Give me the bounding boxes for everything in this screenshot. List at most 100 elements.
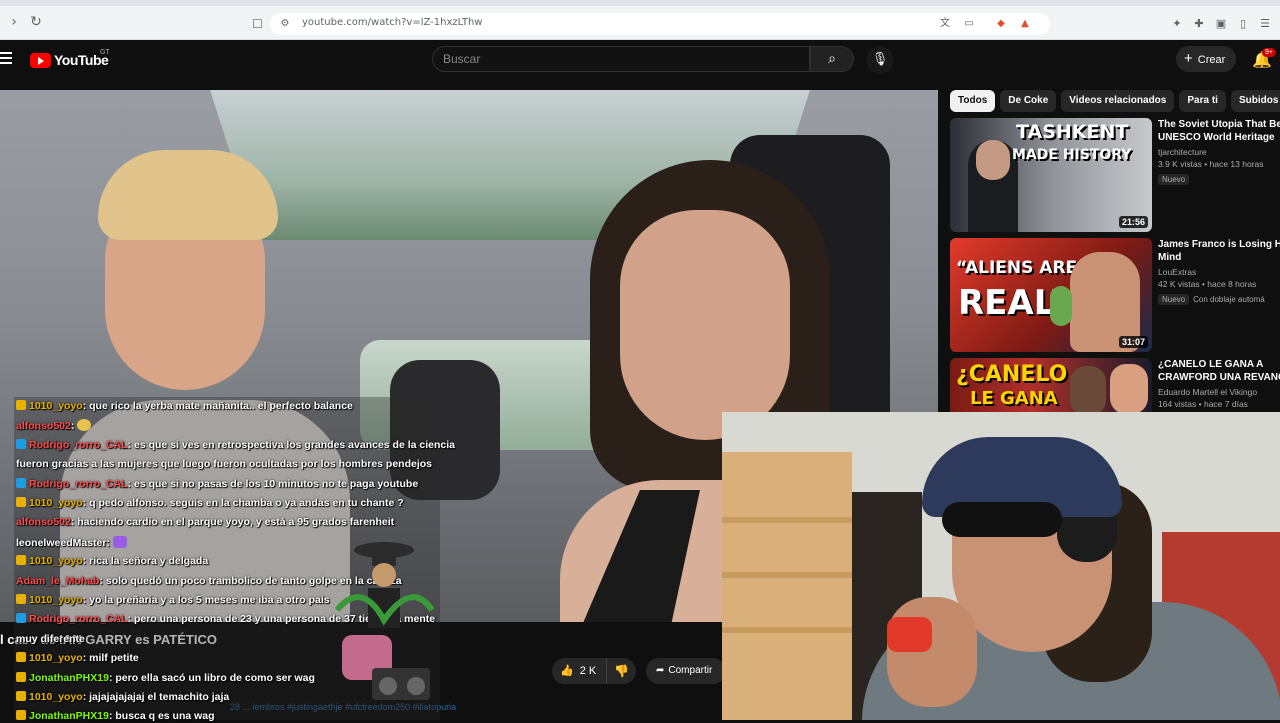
- thumbs-down-icon: 👎: [614, 664, 629, 678]
- address-bar[interactable]: ⚙ youtube.com/watch?v=lZ-1hxzLThw 文 ▭ ◆ …: [270, 13, 1050, 35]
- thumbs-up-icon: 👍: [560, 664, 574, 677]
- voice-search-button[interactable]: 🎙: [866, 46, 894, 74]
- chat-message: fueron gracias a las mujeres que luego f…: [16, 458, 432, 471]
- search-box[interactable]: [432, 46, 810, 72]
- chat-username: 1010_yoyo: [29, 594, 83, 606]
- chat-message: 1010_yoyo: milf petite: [16, 652, 139, 665]
- video-thumbnail[interactable]: “ALIENS ARE REAL” 31:07: [950, 238, 1152, 352]
- chat-text: :: [106, 536, 110, 549]
- thumbnail-text: MADE HISTORY: [1012, 147, 1132, 163]
- shelf-board: [722, 517, 852, 523]
- brave-shield-icon[interactable]: ◆: [994, 17, 1008, 31]
- video-title[interactable]: The Soviet Utopia That Beca: [1158, 118, 1280, 131]
- subscriber-badge-icon: [16, 594, 26, 604]
- chat-message: JonathanPHX19: pero ella sacó un libro d…: [16, 671, 315, 685]
- chip-todos[interactable]: Todos: [950, 90, 996, 112]
- chat-decoration-sprite: [334, 542, 435, 700]
- chat-text: : pero ella sacó un libro de como ser wa…: [108, 671, 315, 684]
- chat-text: : busca q es una wag: [108, 710, 215, 723]
- chat-username: 1010_yoyo: [29, 691, 83, 703]
- chat-username: 1010_yoyo: [29, 400, 83, 412]
- chat-username: 1010_yoyo: [29, 497, 83, 509]
- streamer-webcam: [722, 412, 1280, 720]
- chat-username: 1010_yoyo: [29, 555, 83, 568]
- recommended-video[interactable]: “ALIENS ARE REAL” 31:07 James Franco is …: [950, 238, 1280, 352]
- menu-icon[interactable]: ☰: [1258, 17, 1272, 31]
- video-thumbnail[interactable]: TASHKENT MADE HISTORY 21:56: [950, 118, 1152, 232]
- filter-chips: Todos De Coke Videos relacionados Para ti Su…: [950, 90, 1280, 114]
- puzzle-icon[interactable]: ✚: [1192, 17, 1206, 31]
- reload-icon[interactable]: ↻: [28, 14, 44, 30]
- new-badge: Nuevo: [1158, 294, 1190, 305]
- video-title-line2[interactable]: CRAWFORD UNA REVANCH: [1158, 371, 1280, 384]
- chat-text: : milf petite: [82, 652, 139, 665]
- chat-text: fueron gracias a las mujeres que luego f…: [16, 458, 433, 471]
- video-thumbnail[interactable]: ¿CANELO LE GANA: [950, 358, 1152, 413]
- chat-username: alfonso502: [16, 516, 71, 529]
- chip-de-coke[interactable]: De Coke: [1000, 90, 1057, 112]
- chat-username: Rodrigo_rorro_CAL: [29, 613, 128, 626]
- create-button[interactable]: + Crear: [1176, 46, 1236, 72]
- chat-text: : haciendo cardio en el parque yoyo, y e…: [70, 516, 395, 529]
- channel-name[interactable]: tjarchitecture: [1158, 147, 1280, 157]
- subscriber-badge-icon: [16, 710, 26, 721]
- video-meta: 42 K vistas • hace 8 horas: [1158, 279, 1257, 289]
- site-info-icon[interactable]: ⚙: [278, 17, 292, 31]
- recommended-video[interactable]: ¿CANELO LE GANA ¿CANELO LE GANA A CRAWFO…: [950, 358, 1280, 413]
- like-button[interactable]: 👍 2 K: [552, 658, 606, 684]
- chat-message: alfonso502:: [16, 419, 92, 433]
- video-title[interactable]: James Franco is Losing His: [1158, 238, 1280, 251]
- chip-videos-relacionados[interactable]: Videos relacionados: [1061, 90, 1175, 112]
- share-label: Compartir: [668, 665, 713, 676]
- thumbnail-text: LE GANA: [970, 388, 1058, 409]
- subscriber-badge-icon: [16, 652, 26, 663]
- like-count: 2 K: [579, 665, 597, 677]
- chip-para-ti[interactable]: Para ti: [1179, 90, 1226, 112]
- hamburger-menu-icon[interactable]: [0, 52, 12, 66]
- tab-strip: [0, 0, 1280, 6]
- url-text[interactable]: youtube.com/watch?v=lZ-1hxzLThw: [302, 17, 482, 28]
- chat-text: : rica la señora y delgada: [82, 555, 209, 568]
- video-title-line2[interactable]: Mind: [1158, 251, 1280, 264]
- video-info: James Franco is Losing His Mind LouExtra…: [1158, 238, 1280, 307]
- share-button[interactable]: ➦ Compartir: [646, 658, 726, 684]
- chip-subidos[interactable]: Subidos re: [1230, 90, 1280, 112]
- chat-message: 1010_yoyo: rica la señora y delgada: [16, 555, 208, 568]
- recommended-video[interactable]: TASHKENT MADE HISTORY 21:56 The Soviet U…: [950, 118, 1280, 232]
- bookmark-icon[interactable]: ☐: [252, 17, 263, 31]
- chat-username: leonelweedMaster: [16, 536, 107, 549]
- shelf-board: [722, 572, 852, 578]
- chat-text: : jajajajajajaj el temachito jaja: [82, 691, 230, 703]
- chat-username: JonathanPHX19: [29, 710, 109, 723]
- channel-name[interactable]: Eduardo Martell el Vikingo: [1158, 387, 1280, 397]
- search-input[interactable]: [433, 47, 809, 71]
- recommendations-sidebar: Todos De Coke Videos relacionados Para ti Su…: [938, 90, 1280, 413]
- red-watch: [887, 617, 932, 652]
- extension-icon[interactable]: ✦: [1170, 17, 1184, 31]
- translate-icon[interactable]: 文: [938, 17, 952, 31]
- video-meta: 164 vistas • hace 7 días: [1158, 399, 1248, 409]
- youtube-logo[interactable]: YouTube: [30, 51, 109, 69]
- wallet-icon[interactable]: ▣: [1214, 17, 1228, 31]
- twitch-badge-icon: [16, 477, 26, 488]
- channel-name[interactable]: LouExtras: [1158, 267, 1280, 277]
- video-title-line2[interactable]: UNESCO World Heritage: [1158, 131, 1280, 144]
- thumbnail-text: ¿CANELO: [956, 362, 1068, 387]
- brave-rewards-icon[interactable]: ▲: [1018, 17, 1032, 31]
- video-title[interactable]: ¿CANELO LE GANA A: [1158, 358, 1280, 371]
- dislike-button[interactable]: 👎: [606, 658, 636, 684]
- chat-message: 1010_yoyo: que rico la yerba mate mañani…: [16, 400, 353, 413]
- subscriber-badge-icon: [16, 400, 26, 410]
- logo-country-code: GT: [100, 49, 110, 56]
- cast-icon[interactable]: ▭: [962, 17, 976, 31]
- chat-username: Rodrigo_rorro_CAL: [29, 438, 128, 451]
- thumbnail-text: “ALIENS ARE: [956, 258, 1078, 278]
- sidebar-icon[interactable]: ▯: [1236, 17, 1250, 31]
- notification-count-badge: 9+: [1262, 48, 1276, 57]
- search-button[interactable]: ⌕: [810, 46, 854, 72]
- chat-emote-icon: [112, 535, 127, 548]
- twitch-badge-icon: [16, 613, 26, 624]
- video-meta: 3.9 K vistas • hace 13 horas: [1158, 159, 1264, 169]
- video-duration: 31:07: [1118, 336, 1148, 348]
- forward-icon[interactable]: ›: [6, 14, 22, 30]
